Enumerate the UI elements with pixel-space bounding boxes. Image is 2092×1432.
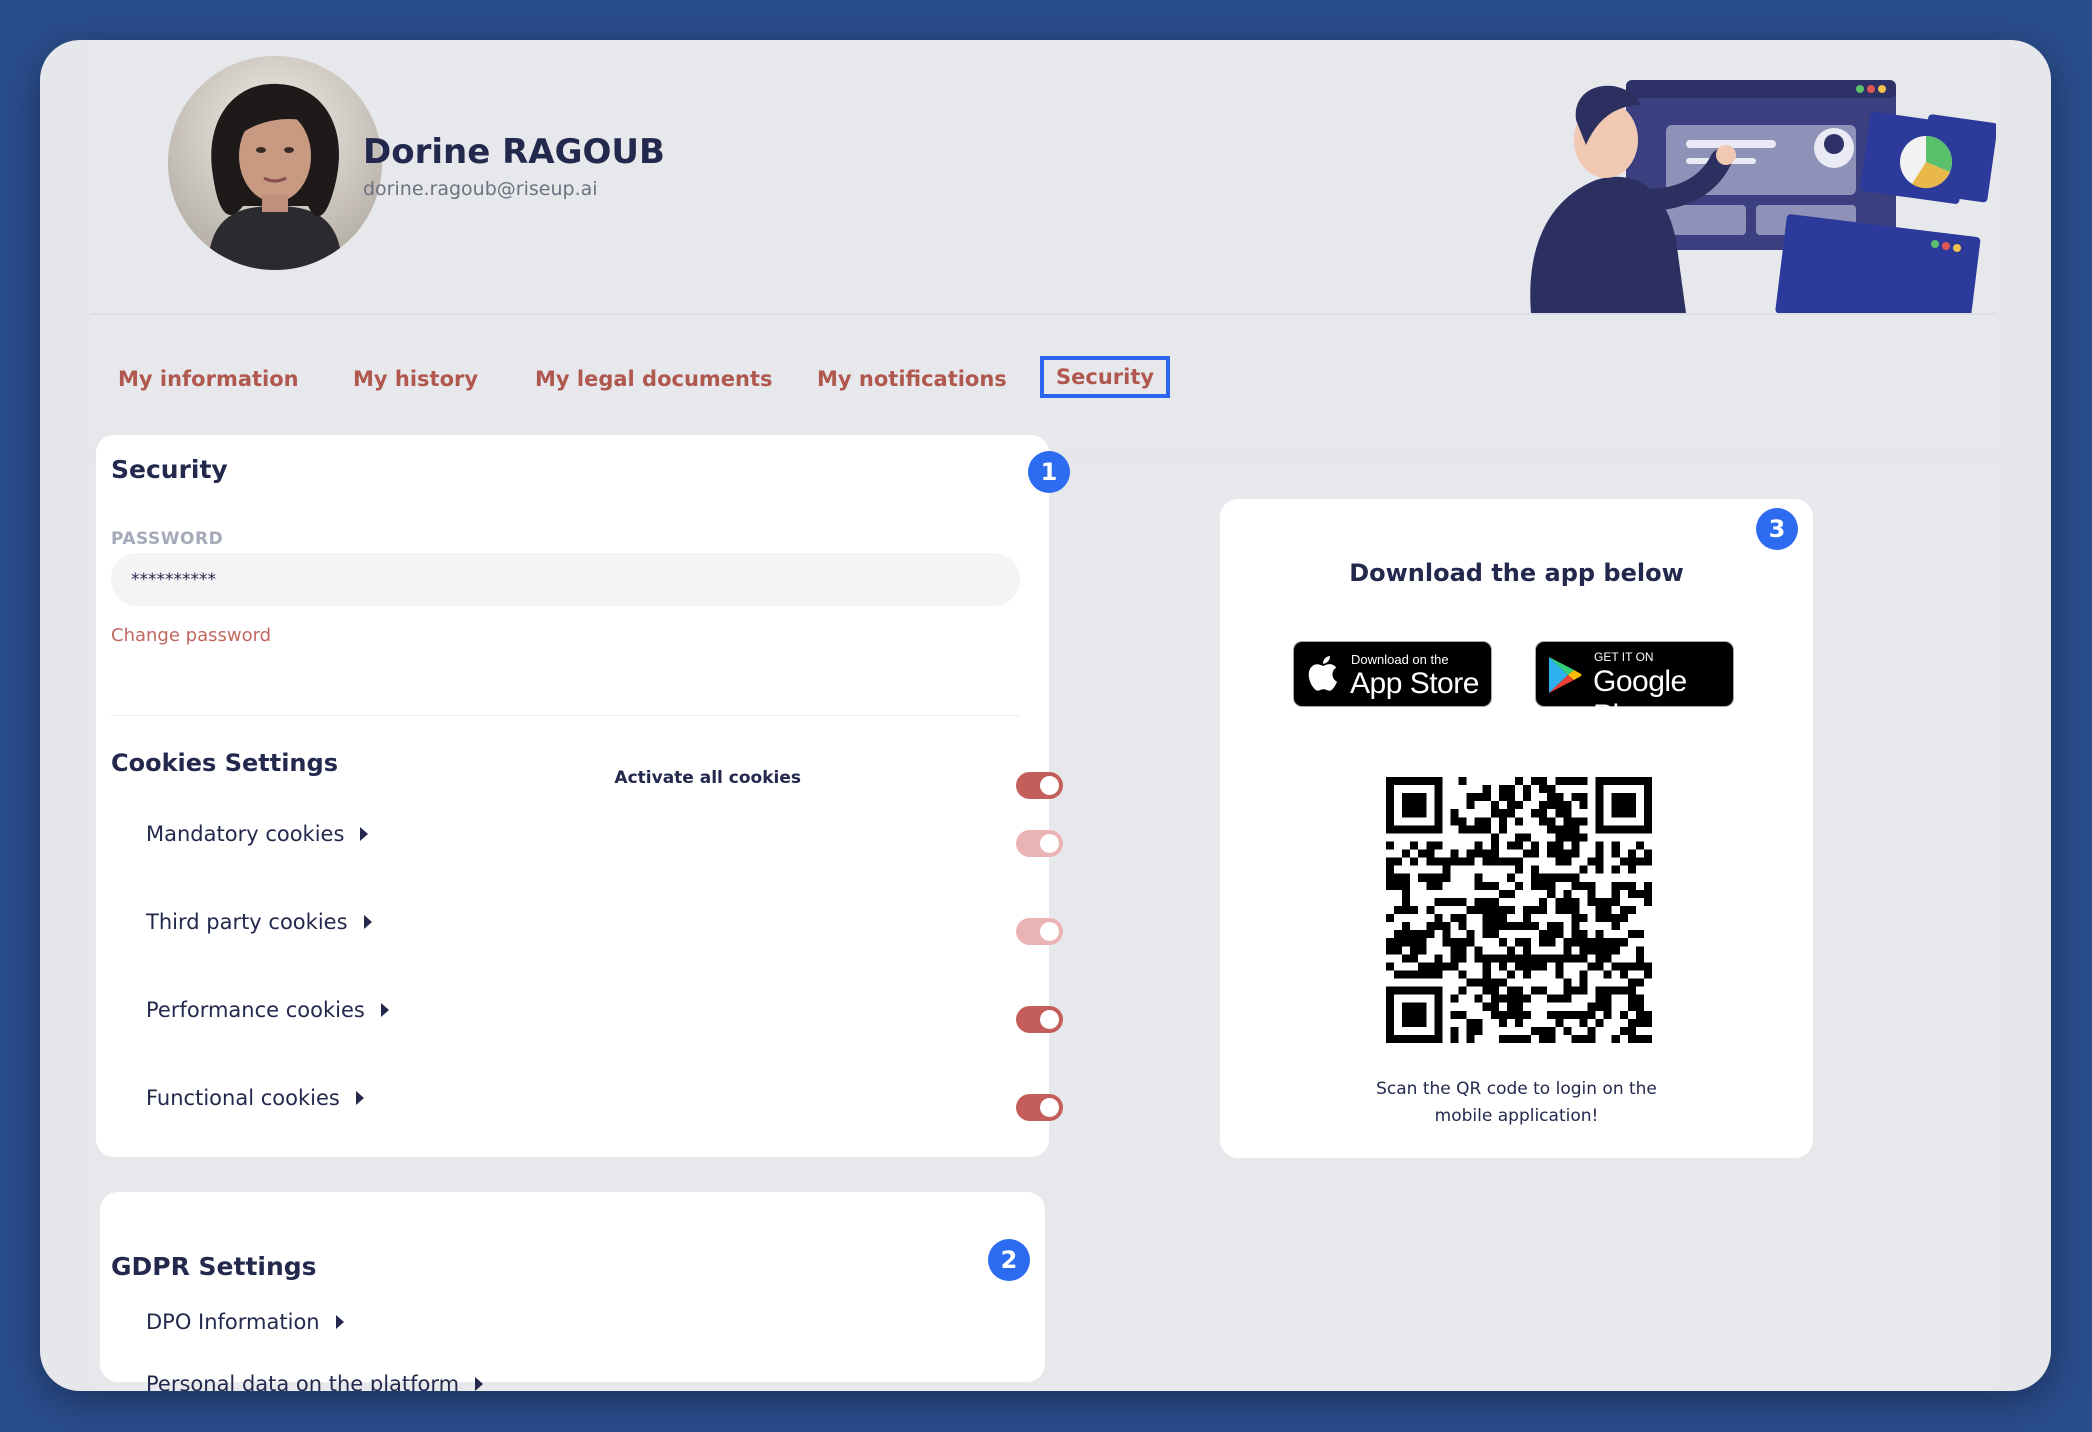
toggle-knob <box>1040 922 1059 941</box>
personal-data-label: Personal data on the platform <box>146 1372 460 1391</box>
app-window: Dorine RAGOUB dorine.ragoub@riseup.ai My… <box>40 40 2051 1391</box>
performance-cookies-expander[interactable]: Performance cookies <box>146 998 389 1022</box>
app-store-button[interactable]: Download on the App Store <box>1293 641 1492 707</box>
password-label: PASSWORD <box>111 529 224 549</box>
gdpr-card: GDPR Settings 2 DPO Information Personal… <box>100 1192 1045 1391</box>
tab-my-legal-documents[interactable]: My legal documents <box>535 367 773 391</box>
avatar <box>168 56 382 270</box>
performance-cookies-label: Performance cookies <box>146 998 365 1022</box>
dashboard-illustration <box>1530 80 1996 313</box>
security-card: Security 1 PASSWORD ********** Change pa… <box>96 435 1070 1157</box>
security-title: Security <box>111 455 228 484</box>
profile-header: Dorine RAGOUB dorine.ragoub@riseup.ai <box>91 40 1996 313</box>
tabs-bar: My information My history My legal docum… <box>91 315 1996 447</box>
change-password-link[interactable]: Change password <box>111 625 271 646</box>
caret-right-icon <box>355 1091 364 1105</box>
app-download-card: 3 Download the app below Download on the… <box>1220 499 1813 1158</box>
apple-icon <box>1308 656 1337 691</box>
user-email: dorine.ragoub@riseup.ai <box>363 178 598 200</box>
tab-security[interactable]: Security <box>1039 356 1171 398</box>
section-divider <box>111 715 1020 716</box>
activate-all-cookies-toggle[interactable] <box>1016 772 1063 799</box>
toggle-knob <box>1040 834 1059 853</box>
mandatory-cookies-toggle[interactable] <box>1016 830 1063 857</box>
tab-my-information[interactable]: My information <box>118 367 299 391</box>
activate-all-cookies-label: Activate all cookies <box>614 768 801 788</box>
caret-right-icon <box>380 1003 389 1017</box>
caret-right-icon <box>363 915 372 929</box>
functional-cookies-toggle[interactable] <box>1016 1094 1063 1121</box>
google-play-big-text: Google Play <box>1593 665 1687 732</box>
qr-caption-line-2: mobile application! <box>1434 1106 1599 1126</box>
personal-data-expander[interactable]: Personal data on the platform <box>146 1372 484 1391</box>
toggle-knob <box>1040 776 1059 795</box>
third-party-cookies-expander[interactable]: Third party cookies <box>146 910 372 934</box>
user-name: Dorine RAGOUB <box>363 132 665 172</box>
caret-right-icon <box>335 1315 344 1329</box>
app-store-big-text: App Store <box>1350 667 1479 700</box>
app-store-small-text: Download on the <box>1351 652 1449 667</box>
step-badge-3: 3 <box>1756 508 1798 550</box>
caret-right-icon <box>360 827 369 841</box>
caret-right-icon <box>475 1377 484 1391</box>
google-play-small-text: GET IT ON <box>1594 650 1654 664</box>
password-field[interactable]: ********** <box>111 553 1020 606</box>
dpo-information-expander[interactable]: DPO Information <box>146 1310 344 1334</box>
qr-code <box>1386 777 1652 1043</box>
google-play-icon <box>1549 657 1582 693</box>
google-play-button[interactable]: GET IT ON Google Play <box>1535 641 1734 732</box>
cookies-settings-title: Cookies Settings <box>111 749 338 777</box>
mandatory-cookies-label: Mandatory cookies <box>146 822 345 846</box>
mandatory-cookies-expander[interactable]: Mandatory cookies <box>146 822 369 846</box>
performance-cookies-toggle[interactable] <box>1016 1006 1063 1033</box>
app-download-title: Download the app below <box>1349 559 1684 587</box>
third-party-cookies-toggle[interactable] <box>1016 918 1063 945</box>
qr-caption: Scan the QR code to login on the mobile … <box>1220 1076 1813 1130</box>
gdpr-title: GDPR Settings <box>111 1252 317 1281</box>
third-party-cookies-label: Third party cookies <box>146 910 348 934</box>
tab-my-notifications[interactable]: My notifications <box>817 367 1007 391</box>
tab-my-history[interactable]: My history <box>353 367 478 391</box>
toggle-knob <box>1040 1010 1059 1029</box>
dpo-information-label: DPO Information <box>146 1310 320 1334</box>
functional-cookies-label: Functional cookies <box>146 1086 340 1110</box>
step-badge-1: 1 <box>1028 451 1070 493</box>
step-badge-2: 2 <box>988 1239 1030 1281</box>
toggle-knob <box>1040 1098 1059 1117</box>
functional-cookies-expander[interactable]: Functional cookies <box>146 1086 364 1110</box>
password-value: ********** <box>131 569 216 590</box>
qr-caption-line-1: Scan the QR code to login on the <box>1376 1079 1657 1099</box>
